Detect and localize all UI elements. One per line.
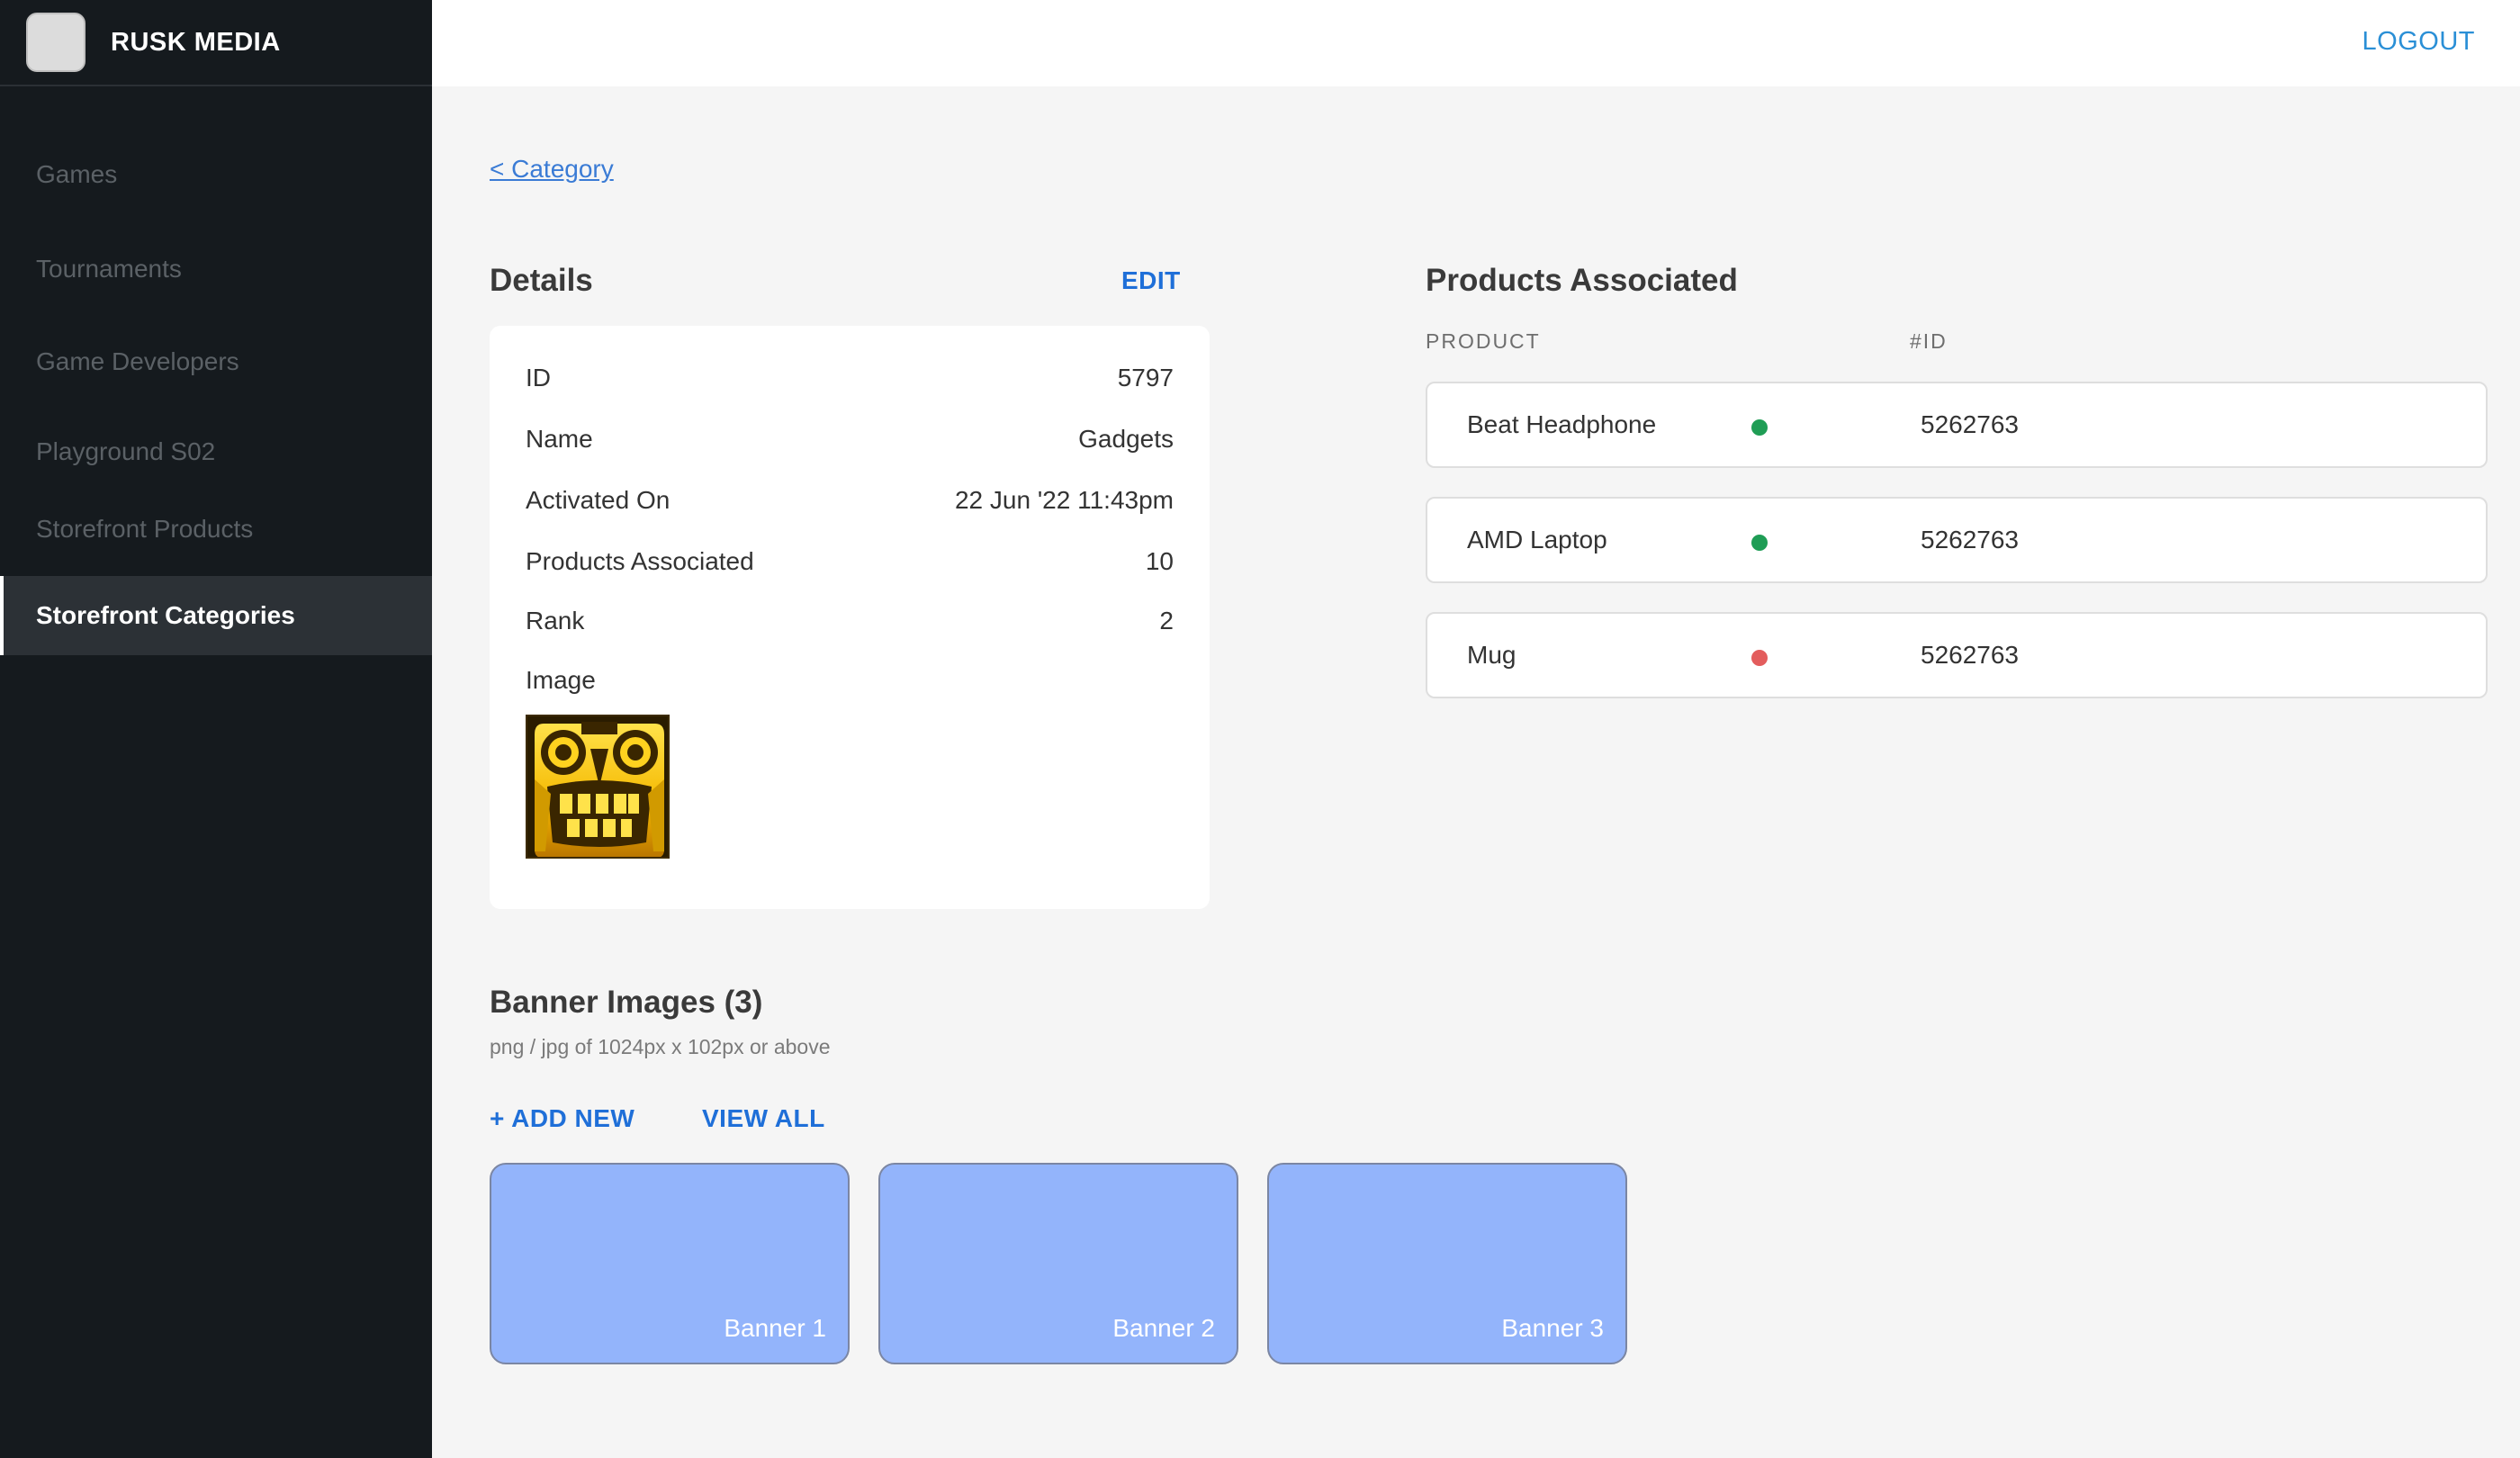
banner-images-title: Banner Images (3) — [490, 985, 763, 1020]
products-associated-title: Products Associated — [1426, 263, 1738, 298]
detail-row-id: ID 5797 — [526, 364, 1174, 392]
product-id: 5262763 — [1921, 526, 2020, 554]
banner-tile[interactable]: Banner 3 — [1267, 1163, 1627, 1364]
status-dot-active — [1751, 535, 1768, 551]
top-bar: LOGOUT — [432, 0, 2520, 86]
detail-value: 22 Jun '22 11:43pm — [954, 486, 1174, 514]
product-id: 5262763 — [1921, 410, 2020, 438]
detail-label: Products Associated — [526, 547, 754, 575]
product-name: Mug — [1467, 641, 1516, 669]
product-name: Beat Headphone — [1467, 410, 1657, 438]
tiki-mask-icon — [527, 716, 668, 857]
back-to-category-link[interactable]: < Category — [490, 155, 614, 184]
column-header-id: #ID — [1910, 329, 1948, 353]
sidebar-item-games[interactable]: Games — [0, 135, 432, 214]
product-row[interactable]: AMD Laptop 5262763 — [1426, 497, 2488, 583]
banner-images-hint: png / jpg of 1024px x 102px or above — [490, 1035, 831, 1058]
details-title: Details — [490, 263, 593, 298]
logout-link[interactable]: LOGOUT — [2362, 27, 2475, 57]
add-new-banner-button[interactable]: + ADD NEW — [490, 1104, 634, 1133]
detail-label: Image — [526, 666, 596, 694]
category-image — [526, 715, 670, 859]
detail-value: 5797 — [1117, 364, 1174, 392]
banner-tile[interactable]: Banner 2 — [878, 1163, 1238, 1364]
brand-header: RUSK MEDIA — [0, 0, 432, 86]
detail-value: Gadgets — [1078, 425, 1174, 453]
sidebar-item-playground-s02[interactable]: Playground S02 — [0, 412, 432, 491]
brand-name: RUSK MEDIA — [111, 27, 281, 57]
detail-row-name: Name Gadgets — [526, 425, 1174, 454]
banner-label: Banner 3 — [1501, 1314, 1604, 1342]
sidebar-item-storefront-categories[interactable]: Storefront Categories — [0, 576, 432, 655]
product-row[interactable]: Mug 5262763 — [1426, 612, 2488, 698]
detail-value: 10 — [1145, 547, 1174, 575]
sidebar-item-storefront-products[interactable]: Storefront Products — [0, 490, 432, 569]
sidebar-item-tournaments[interactable]: Tournaments — [0, 230, 432, 309]
detail-row-activated-on: Activated On 22 Jun '22 11:43pm — [526, 486, 1174, 515]
detail-row-products-associated: Products Associated 10 — [526, 547, 1174, 576]
product-name: AMD Laptop — [1467, 526, 1607, 554]
product-id: 5262763 — [1921, 641, 2020, 669]
product-row[interactable]: Beat Headphone 5262763 — [1426, 382, 2488, 468]
sidebar-item-game-developers[interactable]: Game Developers — [0, 322, 432, 401]
banner-tile[interactable]: Banner 1 — [490, 1163, 850, 1364]
details-card: ID 5797 Name Gadgets Activated On 22 Jun… — [490, 326, 1210, 909]
detail-value: 2 — [1159, 607, 1174, 634]
detail-label: Rank — [526, 607, 585, 634]
detail-label: Name — [526, 425, 593, 453]
detail-row-rank: Rank 2 — [526, 607, 1174, 635]
detail-label: ID — [526, 364, 551, 392]
status-dot-active — [1751, 419, 1768, 436]
status-dot-inactive — [1751, 650, 1768, 666]
edit-button[interactable]: EDIT — [1121, 266, 1181, 295]
detail-row-image: Image — [526, 666, 1174, 695]
brand-logo — [26, 13, 86, 72]
banner-label: Banner 1 — [724, 1314, 826, 1342]
banner-label: Banner 2 — [1112, 1314, 1215, 1342]
column-header-product: PRODUCT — [1426, 329, 1541, 353]
detail-label: Activated On — [526, 486, 670, 514]
sidebar: RUSK MEDIA Games Tournaments Game Develo… — [0, 0, 432, 1458]
view-all-banners-button[interactable]: VIEW ALL — [702, 1104, 825, 1133]
